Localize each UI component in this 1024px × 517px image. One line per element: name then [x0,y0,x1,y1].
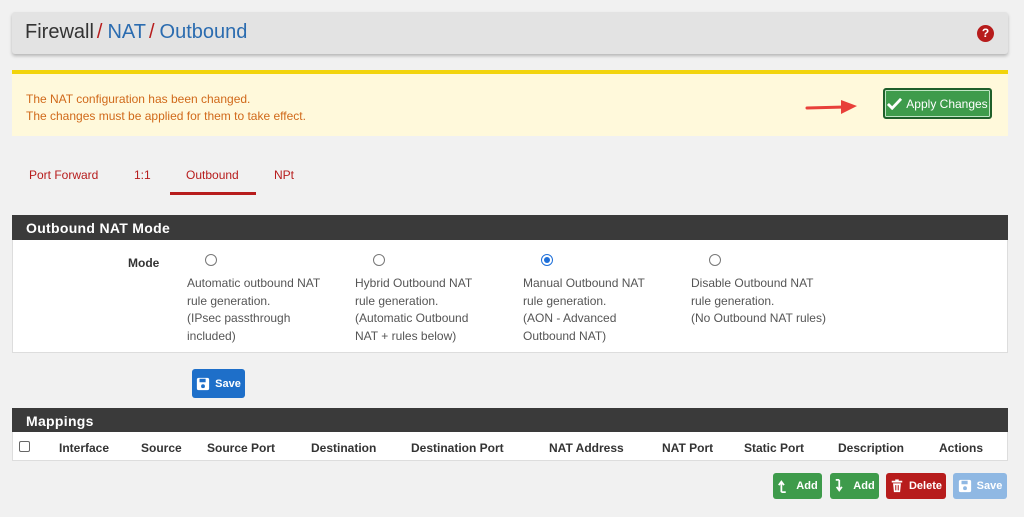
tab-one-to-one[interactable]: 1:1 [134,168,151,182]
add-top-label: Add [796,480,818,492]
floppy-disk-icon [197,377,210,390]
active-tab-indicator [170,192,256,195]
add-rule-top-button[interactable]: Add [773,473,822,499]
save-rules-label: Save [976,480,1003,492]
option-line: (IPsec passthrough [187,311,291,325]
apply-changes-label: Apply Changes [906,96,988,111]
mode-option-disable: Disable Outbound NAT rule generation. (N… [691,254,861,328]
option-line: Disable Outbound NAT [691,276,814,290]
breadcrumb-bar: Firewall / NAT / Outbound ? [12,12,1008,54]
option-line: rule generation. [523,293,607,308]
option-line: NAT + rules below) [355,328,457,343]
option-line: (No Outbound NAT rules) [691,311,826,325]
alert-line-2: The changes must be applied for them to … [26,109,306,123]
column-header-nat-address: NAT Address [549,441,624,455]
mappings-table: Interface Source Source Port Destination… [12,432,1008,461]
delete-label: Delete [908,480,943,492]
option-line: (Automatic Outbound [355,311,469,325]
apply-changes-button[interactable]: Apply Changes [883,88,992,119]
column-header-description: Description [838,441,905,455]
column-header-source: Source [141,441,182,455]
mode-option-text: Disable Outbound NAT rule generation. (N… [691,275,861,328]
column-header-nat-port: NAT Port [662,441,714,455]
tab-port-forward[interactable]: Port Forward [29,168,98,182]
breadcrumb: Firewall / NAT / Outbound [25,21,247,44]
add-rule-bottom-button[interactable]: Add [830,473,879,499]
level-down-arrow-icon [836,479,843,492]
option-line: included) [187,328,236,343]
column-header-destination: Destination [311,441,377,455]
outbound-nat-mode-panel: Mode Automatic outbound NAT rule generat… [12,240,1008,353]
mode-option-hybrid: Hybrid Outbound NAT rule generation. (Au… [355,254,505,345]
radio-hybrid[interactable] [373,254,385,266]
column-header-destination-port: Destination Port [411,441,504,455]
delete-rules-button[interactable]: Delete [886,473,946,499]
option-line: rule generation. [691,293,775,308]
question-circle-icon[interactable]: ? [977,25,994,42]
red-arrow-icon [805,100,857,114]
tab-npt[interactable]: NPt [274,168,294,182]
config-changed-alert: The NAT configuration has been changed. … [12,70,1008,136]
add-bottom-label: Add [853,480,875,492]
mode-label: Mode [128,256,160,270]
mode-option-text: Hybrid Outbound NAT rule generation. (Au… [355,275,505,345]
breadcrumb-separator: / [96,21,103,43]
column-header-static-port: Static Port [744,441,805,455]
option-line: (AON - Advanced [523,311,617,325]
mode-option-text: Automatic outbound NAT rule generation. … [187,275,337,345]
radio-manual[interactable] [541,254,553,266]
mode-option-text: Manual Outbound NAT rule generation. (AO… [523,275,673,345]
select-all-checkbox[interactable] [19,441,30,452]
option-line: Manual Outbound NAT [523,276,645,290]
option-line: Automatic outbound NAT [187,276,321,290]
column-header-source-port: Source Port [207,441,276,455]
breadcrumb-outbound-link[interactable]: Outbound [160,21,248,43]
option-line: rule generation. [187,293,271,308]
option-line: rule generation. [355,293,439,308]
column-header-interface: Interface [59,441,110,455]
radio-automatic[interactable] [205,254,217,266]
floppy-disk-icon [958,479,971,493]
outbound-nat-mode-header: Outbound NAT Mode [12,215,1008,240]
mappings-header: Mappings [12,408,1008,433]
trash-icon [891,479,903,493]
mode-save-button[interactable]: Save [192,369,245,398]
breadcrumb-separator: / [148,21,155,43]
tab-outbound[interactable]: Outbound [186,168,239,182]
option-line: Outbound NAT) [523,328,607,343]
mode-option-manual: Manual Outbound NAT rule generation. (AO… [523,254,673,345]
alert-line-1: The NAT configuration has been changed. [26,92,251,106]
mode-option-automatic: Automatic outbound NAT rule generation. … [187,254,337,345]
level-up-arrow-icon [778,480,787,493]
checkmark-icon [887,97,903,110]
save-rules-button[interactable]: Save [953,473,1007,499]
radio-disable[interactable] [709,254,721,266]
alert-message: The NAT configuration has been changed. … [26,91,306,125]
mode-save-label: Save [215,377,241,390]
column-header-actions: Actions [939,441,984,455]
option-line: Hybrid Outbound NAT [355,276,473,290]
breadcrumb-nat-link[interactable]: NAT [107,21,146,43]
breadcrumb-firewall: Firewall [25,21,94,43]
